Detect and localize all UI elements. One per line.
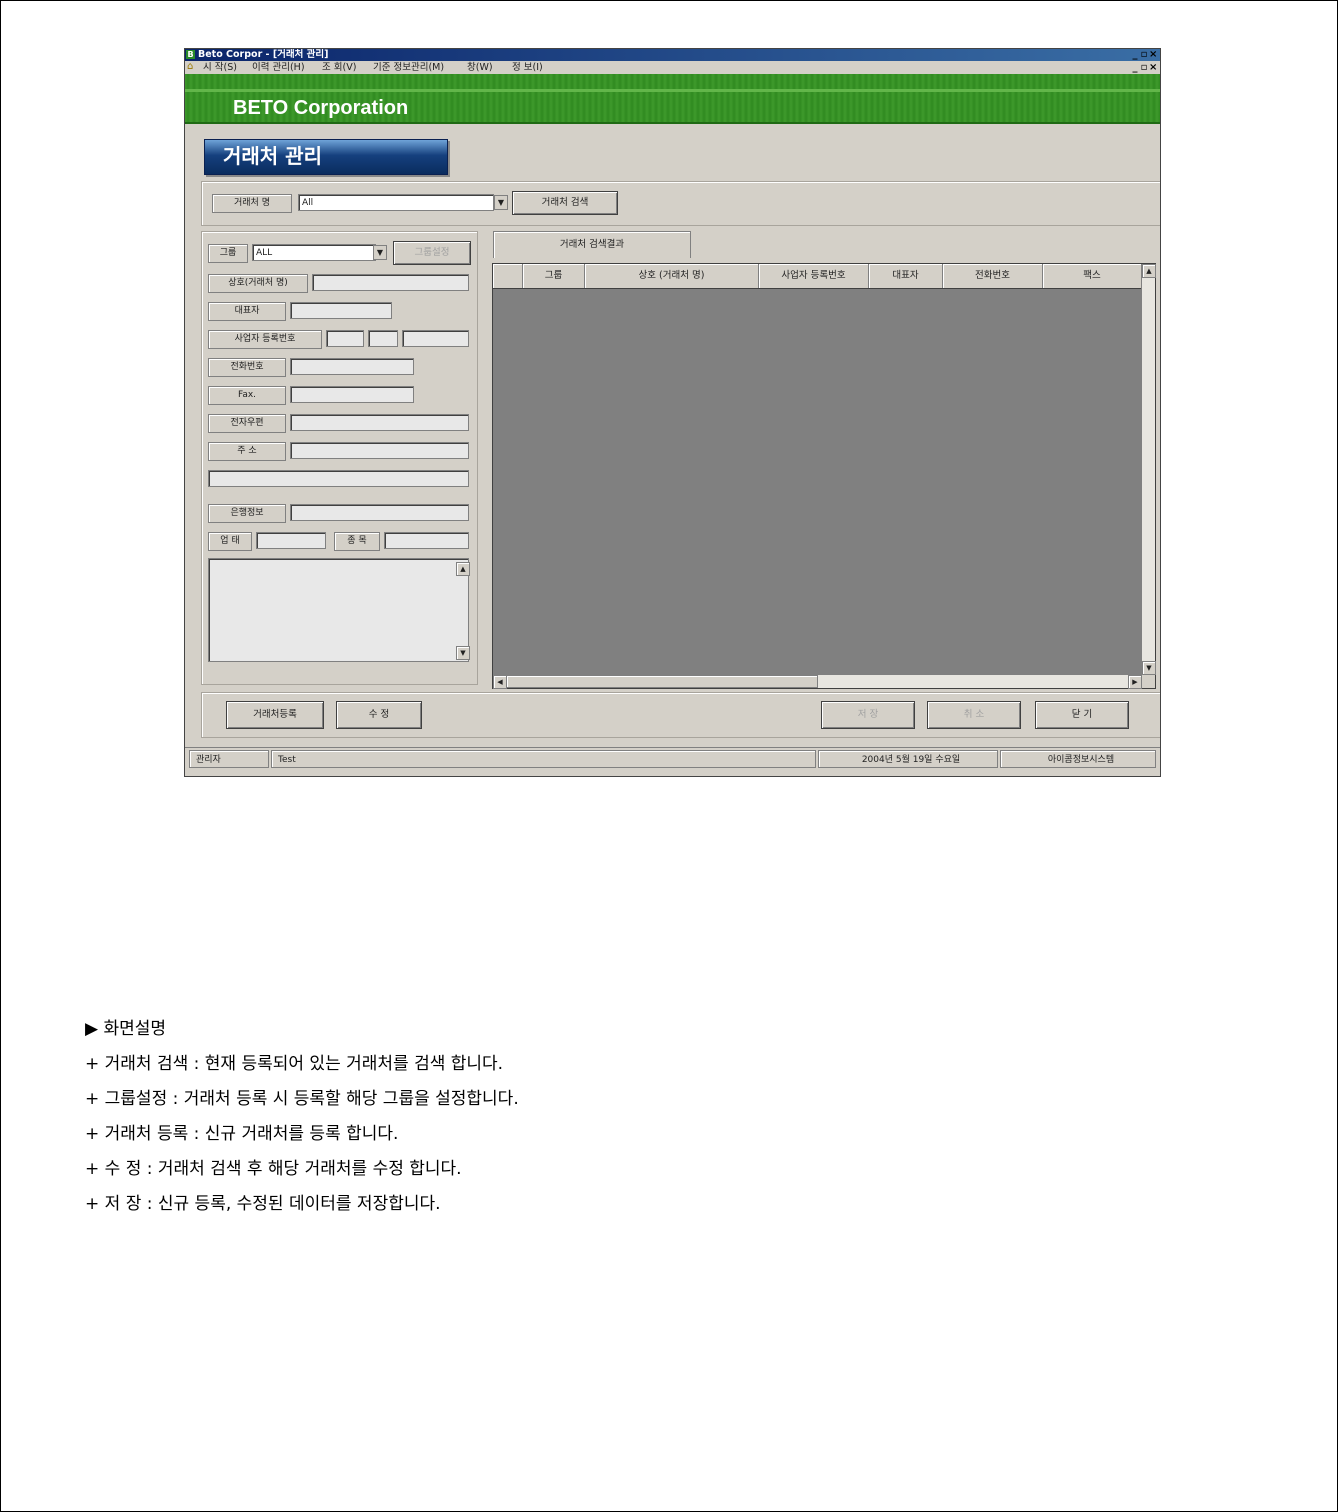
column-header-phone[interactable]: 전화번호 [943, 264, 1043, 288]
description-item: + 수 정 : 거래처 검색 후 해당 거래처를 수정 합니다. [85, 1159, 462, 1179]
address-field[interactable] [290, 442, 469, 459]
page-title-text: 거래처 관리 [223, 144, 322, 168]
status-role: 관리자 [189, 750, 269, 768]
bank-info-label: 은행정보 [208, 504, 286, 523]
scroll-left-icon[interactable]: ◀ [493, 675, 507, 689]
column-header-group[interactable]: 그룹 [523, 264, 585, 288]
maximize-button[interactable]: ▫ [1140, 49, 1149, 61]
scrollbar-corner [1142, 675, 1155, 688]
edit-button[interactable]: 수 정 [336, 701, 422, 729]
description-item: + 저 장 : 신규 등록, 수정된 데이터를 저장합니다. [85, 1194, 441, 1214]
menu-info[interactable]: 정 보(I) [512, 61, 543, 74]
save-button[interactable]: 저 장 [821, 701, 915, 729]
status-user: Test [271, 750, 816, 768]
chevron-down-icon[interactable]: ▼ [494, 195, 508, 210]
description-heading: ▶ 화면설명 [85, 1019, 167, 1039]
business-number-part3[interactable] [402, 330, 469, 347]
memo-textarea[interactable] [208, 558, 469, 662]
business-type-field[interactable] [256, 532, 326, 549]
title-bar: B Beto Corpor - [거래처 관리] _ ▫× [185, 49, 1160, 61]
description-item: + 거래처 등록 : 신규 거래처를 등록 합니다. [85, 1124, 399, 1144]
company-banner: BETO Corporation [185, 74, 1160, 124]
tab-search-results[interactable]: 거래처 검색결과 [493, 231, 691, 258]
email-label: 전자우편 [208, 414, 286, 433]
chevron-down-icon[interactable]: ▼ [373, 245, 387, 260]
child-maximize-button[interactable]: ▫ [1140, 61, 1149, 74]
horizontal-scrollbar[interactable]: ◀ ▶ [493, 674, 1142, 689]
fax-field[interactable] [290, 386, 414, 403]
column-header-company[interactable]: 상호 (거래처 명) [585, 264, 759, 288]
company-name: BETO Corporation [233, 97, 409, 119]
window-title: Beto Corpor - [거래처 관리] [198, 49, 329, 60]
menu-bar: ⌂ 시 작(S) 이력 관리(H) 조 회(V) 기준 정보관리(M) 창(W)… [185, 61, 1160, 74]
page-title: 거래처 관리 [204, 139, 448, 175]
description-item: + 그룹설정 : 거래처 등록 시 등록할 해당 그룹을 설정합니다. [85, 1089, 519, 1109]
status-date: 2004년 5월 19일 수요일 [818, 750, 998, 768]
close-window-button[interactable]: × [1149, 49, 1158, 61]
child-close-button[interactable]: × [1149, 61, 1158, 74]
menu-master-data[interactable]: 기준 정보관리(M) [373, 61, 444, 74]
email-field[interactable] [290, 414, 469, 431]
scroll-down-icon[interactable]: ▼ [1142, 661, 1156, 675]
search-panel: 거래처 명 All ▼ 거래처 검색 [201, 181, 1160, 226]
menu-window[interactable]: 창(W) [467, 61, 493, 74]
business-item-field[interactable] [384, 532, 469, 549]
phone-label: 전화번호 [208, 358, 286, 377]
column-header-business-number[interactable]: 사업자 등록번호 [759, 264, 869, 288]
scroll-thumb[interactable] [506, 675, 818, 688]
group-settings-button[interactable]: 그룹설정 [393, 241, 471, 265]
status-system: 아이콤정보시스템 [1000, 750, 1156, 768]
business-type-label: 업 태 [208, 532, 252, 551]
search-button[interactable]: 거래처 검색 [512, 191, 618, 215]
register-button[interactable]: 거래처등록 [226, 701, 324, 729]
grid-header: 그룹 상호 (거래처 명) 사업자 등록번호 대표자 전화번호 팩스 [493, 264, 1142, 289]
search-dropdown[interactable]: All [298, 194, 494, 211]
home-icon[interactable]: ⌂ [187, 62, 198, 72]
app-window: B Beto Corpor - [거래처 관리] _ ▫× ⌂ 시 작(S) 이력… [184, 48, 1161, 777]
customer-form: 그룹 ALL ▼ 그룹설정 상호(거래처 명) 대표자 사업자 등록번호 전화번… [201, 231, 478, 685]
column-header-ceo[interactable]: 대표자 [869, 264, 943, 288]
business-number-label: 사업자 등록번호 [208, 330, 322, 349]
scroll-down-icon[interactable]: ▼ [456, 646, 470, 660]
vertical-scrollbar[interactable]: ▲ ▼ [1141, 264, 1156, 675]
scroll-up-icon[interactable]: ▲ [456, 562, 470, 576]
company-name-field[interactable] [312, 274, 469, 291]
scroll-right-icon[interactable]: ▶ [1128, 675, 1142, 689]
action-bar: 거래처등록 수 정 저 장 취 소 닫 기 [201, 692, 1160, 738]
close-button[interactable]: 닫 기 [1035, 701, 1129, 729]
business-item-label: 종 목 [334, 532, 380, 551]
business-number-part1[interactable] [326, 330, 364, 347]
scroll-up-icon[interactable]: ▲ [1142, 264, 1156, 278]
status-bar: 관리자 Test 2004년 5월 19일 수요일 아이콤정보시스템 [185, 747, 1160, 770]
group-dropdown[interactable]: ALL [252, 244, 376, 261]
menu-view[interactable]: 조 회(V) [322, 61, 356, 74]
child-minimize-button[interactable]: _ [1131, 61, 1140, 74]
description-item: + 거래처 검색 : 현재 등록되어 있는 거래처를 검색 합니다. [85, 1054, 504, 1074]
banner-stripe [185, 89, 1160, 92]
ceo-field[interactable] [290, 302, 392, 319]
company-name-label: 상호(거래처 명) [208, 274, 308, 293]
row-selector-header [493, 264, 523, 288]
ceo-label: 대표자 [208, 302, 286, 321]
bank-info-field[interactable] [290, 504, 469, 521]
address-label: 주 소 [208, 442, 286, 461]
minimize-button[interactable]: _ [1131, 49, 1140, 61]
phone-field[interactable] [290, 358, 414, 375]
search-label: 거래처 명 [212, 194, 292, 213]
menu-start[interactable]: 시 작(S) [203, 61, 237, 74]
cancel-button[interactable]: 취 소 [927, 701, 1021, 729]
menu-history[interactable]: 이력 관리(H) [252, 61, 305, 74]
app-icon: B [186, 50, 195, 59]
business-number-part2[interactable] [368, 330, 398, 347]
results-grid: 그룹 상호 (거래처 명) 사업자 등록번호 대표자 전화번호 팩스 ▲ ▼ ◀… [492, 263, 1156, 689]
group-label: 그룹 [208, 244, 248, 263]
column-header-fax[interactable]: 팩스 [1043, 264, 1142, 288]
fax-label: Fax. [208, 386, 286, 405]
description-section: ▶ 화면설명 + 거래처 검색 : 현재 등록되어 있는 거래처를 검색 합니다… [85, 1012, 519, 1222]
address-detail-field[interactable] [208, 470, 469, 487]
